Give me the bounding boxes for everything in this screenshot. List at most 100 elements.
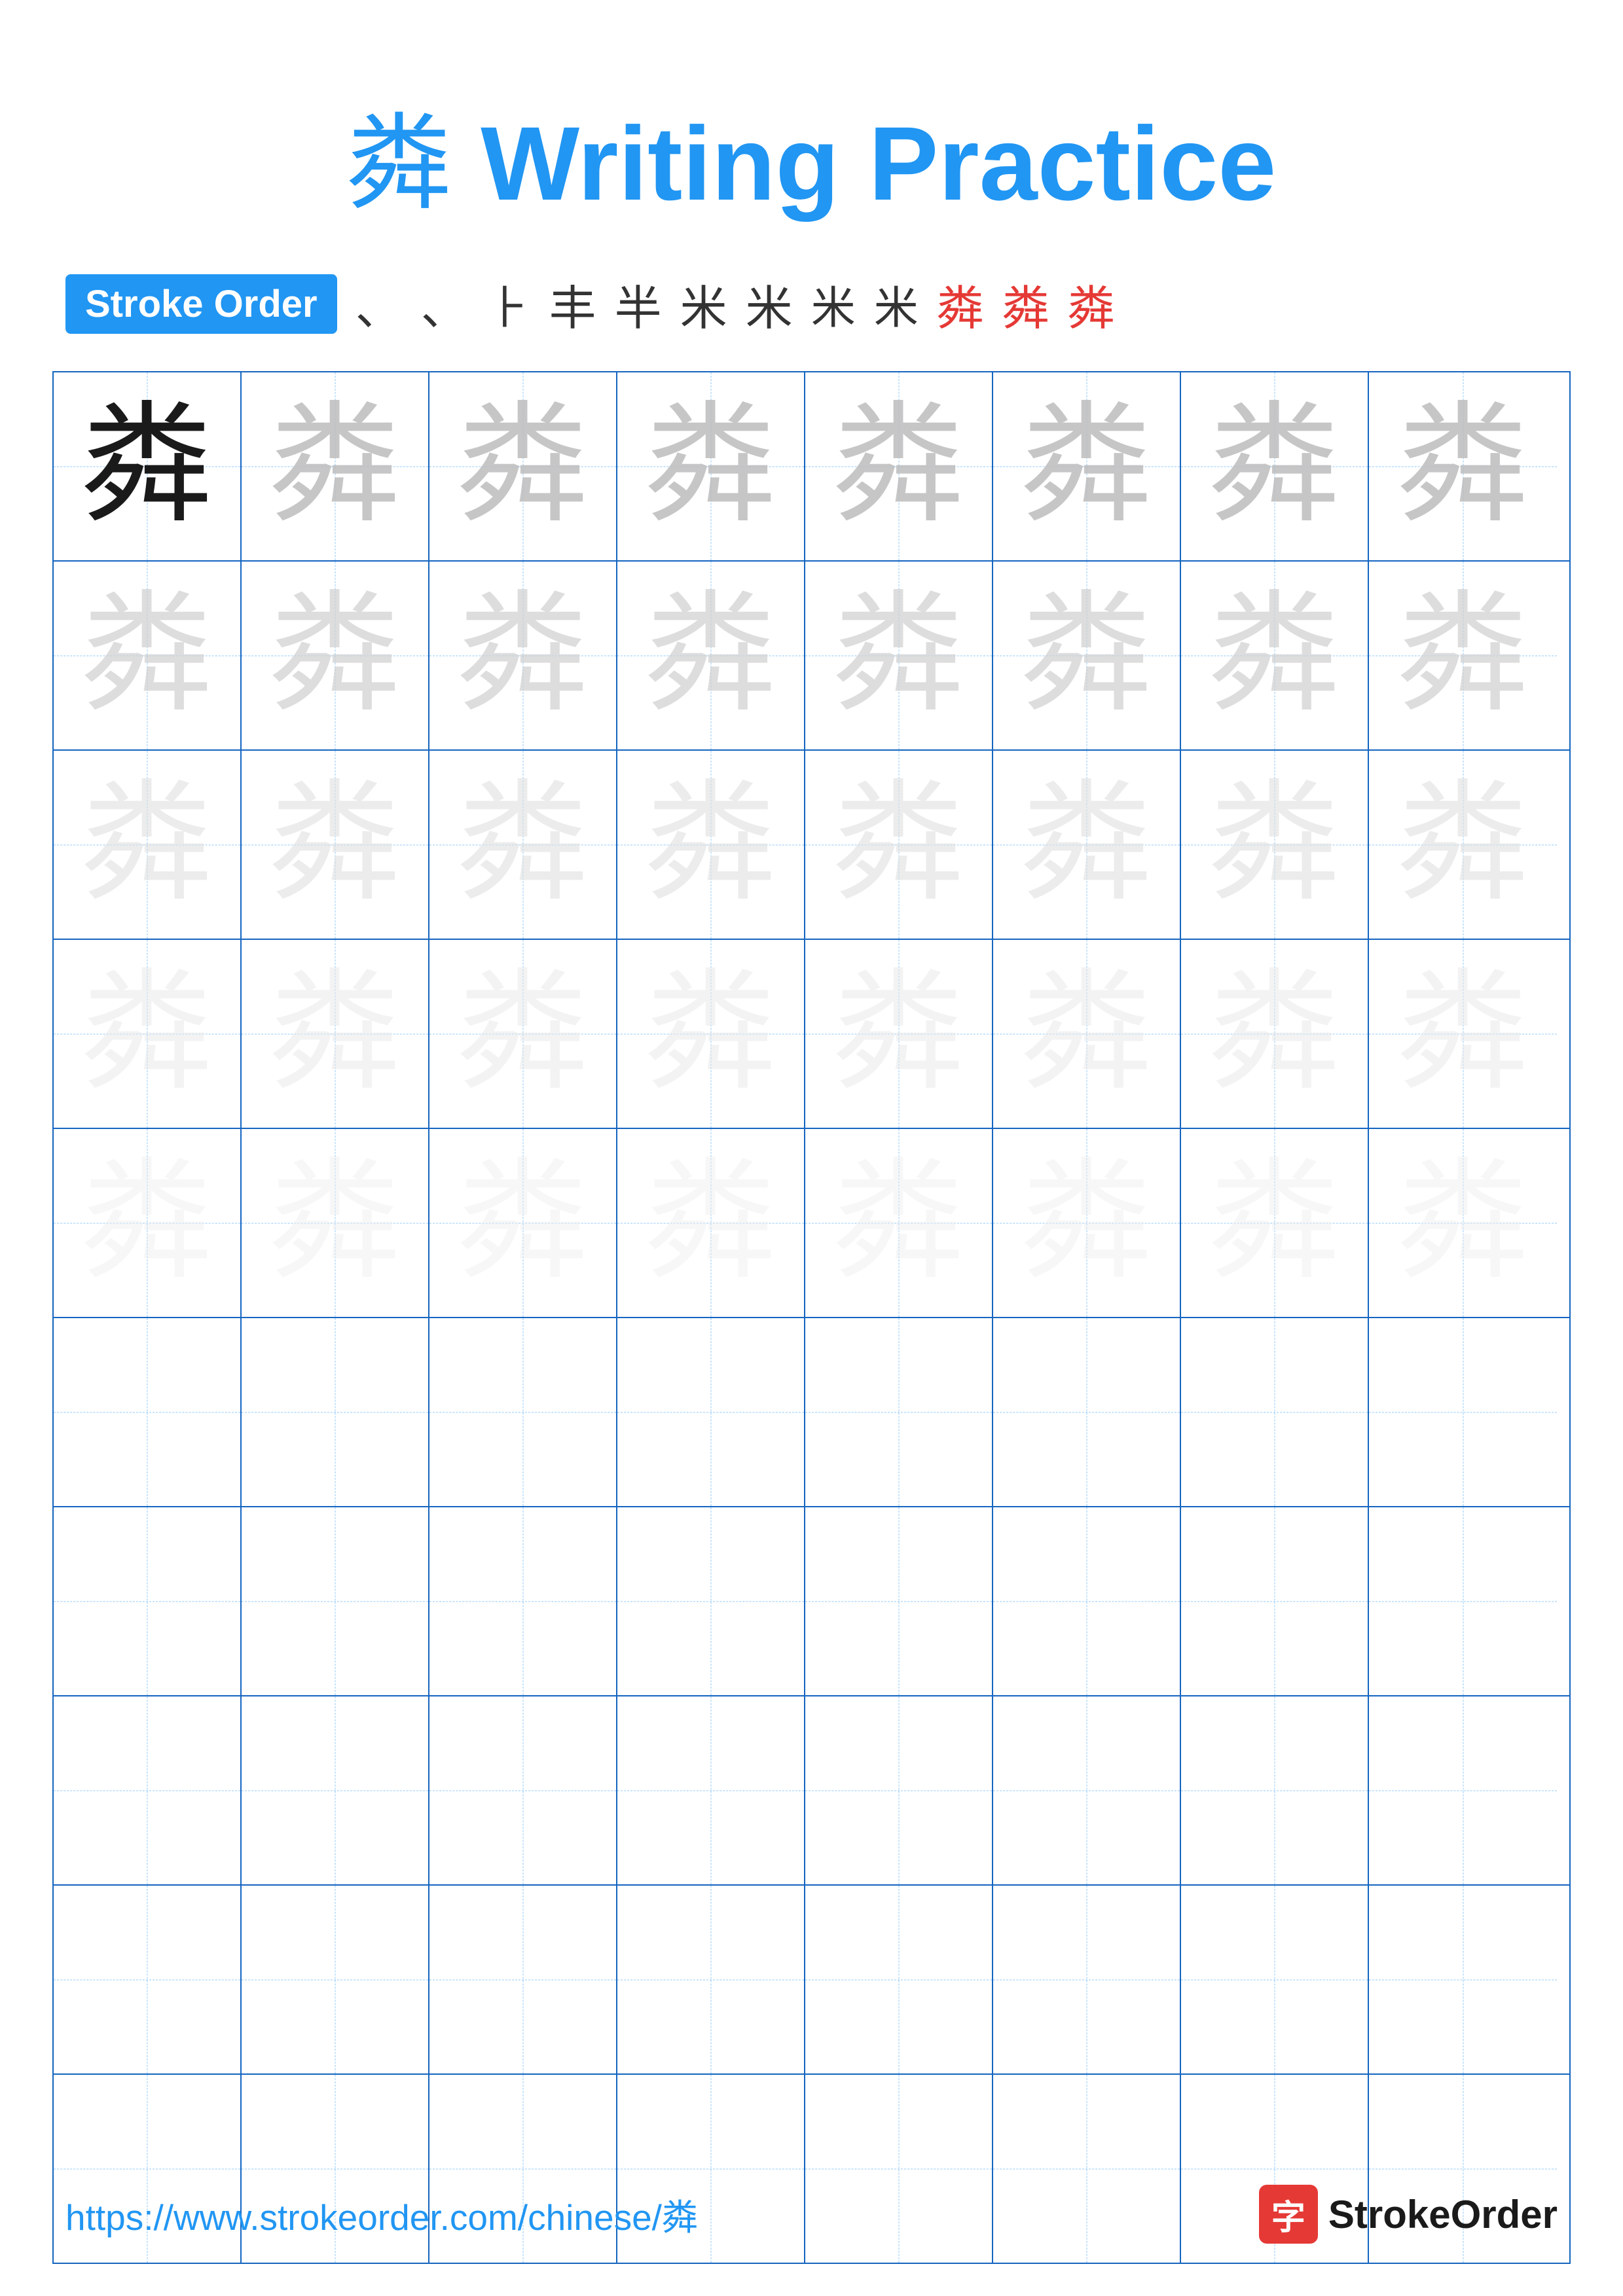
grid-cell-5-3[interactable]: 粦 [429, 1129, 617, 1317]
grid-cell-3-1[interactable]: 粦 [54, 751, 242, 939]
grid-cell-1-6[interactable]: 粦 [993, 372, 1181, 560]
grid-cell-7-5[interactable] [805, 1507, 993, 1695]
grid-cell-4-8[interactable]: 粦 [1369, 940, 1557, 1128]
grid-cell-2-5[interactable]: 粦 [805, 562, 993, 749]
grid-cell-4-4[interactable]: 粦 [617, 940, 805, 1128]
grid-row-6 [54, 1318, 1569, 1507]
grid-cell-6-3[interactable] [429, 1318, 617, 1506]
grid-cell-9-3[interactable] [429, 1886, 617, 2073]
practice-char: 粦 [833, 780, 964, 910]
grid-cell-9-7[interactable] [1181, 1886, 1369, 2073]
grid-cell-1-4[interactable]: 粦 [617, 372, 805, 560]
grid-cell-3-6[interactable]: 粦 [993, 751, 1181, 939]
grid-row-3: 粦 粦 粦 粦 粦 粦 粦 粦 [54, 751, 1569, 940]
grid-cell-6-1[interactable] [54, 1318, 242, 1506]
grid-cell-2-4[interactable]: 粦 [617, 562, 805, 749]
grid-cell-4-3[interactable]: 粦 [429, 940, 617, 1128]
grid-cell-7-7[interactable] [1181, 1507, 1369, 1695]
grid-cell-6-8[interactable] [1369, 1318, 1557, 1506]
grid-cell-1-5[interactable]: 粦 [805, 372, 993, 560]
practice-char: 粦 [269, 401, 400, 532]
stroke-step-6: 米 [680, 270, 727, 338]
grid-cell-2-2[interactable]: 粦 [242, 562, 429, 749]
grid-cell-6-7[interactable] [1181, 1318, 1369, 1506]
grid-cell-7-8[interactable] [1369, 1507, 1557, 1695]
grid-cell-5-7[interactable]: 粦 [1181, 1129, 1369, 1317]
grid-cell-1-1[interactable]: 粦 [54, 372, 242, 560]
practice-char: 粦 [457, 1158, 588, 1289]
stroke-step-5: 半 [615, 270, 662, 338]
grid-cell-5-4[interactable]: 粦 [617, 1129, 805, 1317]
practice-char: 粦 [269, 780, 400, 910]
grid-cell-6-4[interactable] [617, 1318, 805, 1506]
grid-cell-2-7[interactable]: 粦 [1181, 562, 1369, 749]
practice-char: 粦 [1397, 590, 1528, 721]
grid-cell-9-2[interactable] [242, 1886, 429, 2073]
grid-cell-2-1[interactable]: 粦 [54, 562, 242, 749]
grid-cell-8-1[interactable] [54, 1696, 242, 1884]
grid-cell-5-6[interactable]: 粦 [993, 1129, 1181, 1317]
grid-cell-4-2[interactable]: 粦 [242, 940, 429, 1128]
grid-cell-1-2[interactable]: 粦 [242, 372, 429, 560]
grid-cell-6-2[interactable] [242, 1318, 429, 1506]
grid-cell-8-2[interactable] [242, 1696, 429, 1884]
title-area: 粦 Writing Practice [0, 0, 1623, 230]
grid-cell-7-2[interactable] [242, 1507, 429, 1695]
stroke-step-12: 粦 [1068, 270, 1115, 338]
practice-char: 粦 [269, 1158, 400, 1289]
grid-cell-6-5[interactable] [805, 1318, 993, 1506]
grid-cell-3-2[interactable]: 粦 [242, 751, 429, 939]
grid-cell-1-7[interactable]: 粦 [1181, 372, 1369, 560]
grid-cell-2-3[interactable]: 粦 [429, 562, 617, 749]
grid-row-2: 粦 粦 粦 粦 粦 粦 粦 粦 [54, 562, 1569, 751]
footer-url[interactable]: https://www.strokeorder.com/chinese/粦 [65, 2188, 698, 2240]
stroke-step-8: 米 [811, 272, 856, 336]
grid-row-7 [54, 1507, 1569, 1696]
grid-cell-8-4[interactable] [617, 1696, 805, 1884]
title-character: 粦 [347, 106, 452, 223]
grid-cell-9-5[interactable] [805, 1886, 993, 2073]
grid-cell-9-4[interactable] [617, 1886, 805, 2073]
practice-char: 粦 [81, 401, 212, 532]
grid-cell-5-5[interactable]: 粦 [805, 1129, 993, 1317]
grid-cell-8-6[interactable] [993, 1696, 1181, 1884]
stroke-order-label: Stroke Order [65, 274, 337, 334]
grid-cell-8-3[interactable] [429, 1696, 617, 1884]
grid-cell-3-4[interactable]: 粦 [617, 751, 805, 939]
grid-cell-4-6[interactable]: 粦 [993, 940, 1181, 1128]
grid-cell-5-1[interactable]: 粦 [54, 1129, 242, 1317]
grid-cell-6-6[interactable] [993, 1318, 1181, 1506]
practice-char: 粦 [81, 969, 212, 1100]
practice-char: 粦 [1397, 969, 1528, 1100]
grid-cell-5-2[interactable]: 粦 [242, 1129, 429, 1317]
grid-cell-4-5[interactable]: 粦 [805, 940, 993, 1128]
grid-cell-9-6[interactable] [993, 1886, 1181, 2073]
grid-row-9 [54, 1886, 1569, 2075]
footer-logo: 字 StrokeOrder [1259, 2185, 1558, 2244]
grid-cell-3-7[interactable]: 粦 [1181, 751, 1369, 939]
practice-char: 粦 [1021, 590, 1152, 721]
grid-cell-1-3[interactable]: 粦 [429, 372, 617, 560]
grid-cell-8-7[interactable] [1181, 1696, 1369, 1884]
grid-cell-5-8[interactable]: 粦 [1369, 1129, 1557, 1317]
grid-cell-7-4[interactable] [617, 1507, 805, 1695]
grid-cell-7-6[interactable] [993, 1507, 1181, 1695]
strokeorder-logo-icon: 字 [1259, 2185, 1318, 2244]
grid-cell-7-3[interactable] [429, 1507, 617, 1695]
grid-cell-4-1[interactable]: 粦 [54, 940, 242, 1128]
stroke-order-area: Stroke Order 、 、 ⺊ 丰 半 米 米 米 米 粦 粦 粦 [0, 270, 1623, 338]
grid-cell-9-8[interactable] [1369, 1886, 1557, 2073]
grid-cell-7-1[interactable] [54, 1507, 242, 1695]
grid-cell-2-8[interactable]: 粦 [1369, 562, 1557, 749]
practice-char: 粦 [1397, 780, 1528, 910]
grid-cell-3-8[interactable]: 粦 [1369, 751, 1557, 939]
grid-cell-8-8[interactable] [1369, 1696, 1557, 1884]
grid-cell-8-5[interactable] [805, 1696, 993, 1884]
grid-cell-9-1[interactable] [54, 1886, 242, 2073]
grid-cell-1-8[interactable]: 粦 [1369, 372, 1557, 560]
grid-cell-2-6[interactable]: 粦 [993, 562, 1181, 749]
practice-char: 粦 [1021, 1158, 1152, 1289]
grid-cell-4-7[interactable]: 粦 [1181, 940, 1369, 1128]
grid-cell-3-3[interactable]: 粦 [429, 751, 617, 939]
grid-cell-3-5[interactable]: 粦 [805, 751, 993, 939]
